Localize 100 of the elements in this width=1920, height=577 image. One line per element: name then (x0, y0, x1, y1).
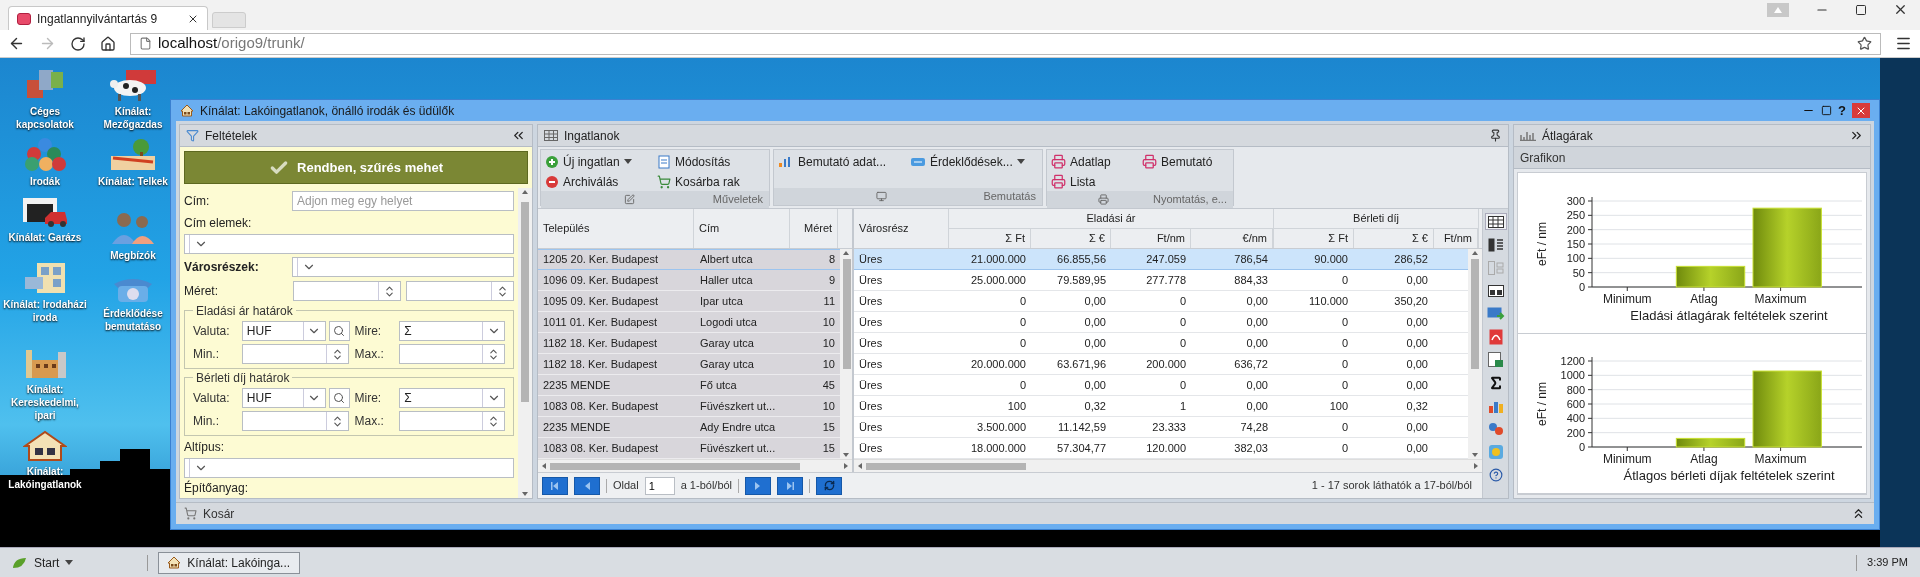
table-cell-text: 9 (827, 272, 836, 288)
section-title: Grafikon (1520, 149, 1566, 167)
toolbar-button[interactable]: Adatlap (1051, 152, 1138, 171)
target-dropdown[interactable]: Σ (399, 388, 505, 408)
table-cell-text: Ipar utca (699, 293, 744, 309)
column-header[interactable]: Városrész (854, 209, 949, 248)
table-cell-text: Fő utca (699, 377, 738, 393)
column-header[interactable]: Σ Ft (949, 228, 1031, 248)
browser-tab[interactable]: Ingatlannyilvántartás 9 (8, 6, 208, 30)
field-label: Mire: (353, 390, 383, 407)
desktop-icon-label[interactable]: Céges kapcsolatok (0, 105, 90, 131)
category-label: Maximum (1754, 291, 1807, 306)
column-group-header: Eladási ár (949, 209, 1273, 229)
column-header[interactable]: Σ € (1354, 228, 1434, 248)
page-input[interactable]: 1 (644, 476, 675, 495)
table-row[interactable]: 1083 08. Ker. Budapest Füvészkert ut... 10 (538, 396, 840, 417)
table-row[interactable]: 2235 MENDE Ady Endre utca 15 (538, 417, 840, 438)
table-cell-text: 0 (1340, 356, 1349, 372)
table-cell-text: 0 (1340, 419, 1349, 435)
table-cell-text: 1182 18. Ker. Budapest (542, 356, 659, 372)
table-cell-text: Üres (858, 314, 884, 330)
table-cell-text: 25.000.000 (969, 272, 1027, 288)
table-cell-text: Füvészkert ut... (699, 398, 777, 414)
currency-dropdown[interactable]: HUF (241, 388, 326, 408)
column-header[interactable]: Cím (693, 209, 791, 248)
table-cell-text: 0,00 (1083, 314, 1107, 330)
table-row[interactable]: Üres 21.000.000 66.855,56 247.059 786,54 90.000 286,52 (854, 249, 1468, 270)
table-cell-text: 90.000 (1313, 251, 1349, 267)
apply-filter-button[interactable]: Rendben, szűrés mehet (184, 151, 528, 184)
table-row[interactable]: 1096 09. Ker. Budapest Haller utca 9 (538, 270, 840, 291)
table-row[interactable]: 1205 20. Ker. Budapest Albert utca 8 (538, 249, 840, 270)
toolbar-button[interactable]: Kosárba rak (657, 172, 765, 191)
table-row[interactable]: 1182 18. Ker. Budapest Garay utca 10 (538, 354, 840, 375)
table-cell-text: 1205 20. Ker. Budapest (542, 252, 659, 268)
desktop-icon-label[interactable]: Kínálat: Mezőgazdas (98, 105, 168, 131)
toolbar-button[interactable]: Bemutató adat... (778, 152, 906, 171)
table-cell-text: 277.778 (1145, 272, 1187, 288)
table-row[interactable]: 1011 01. Ker. Budapest Logodi utca 10 (538, 312, 840, 333)
page-label: Oldal (613, 478, 639, 494)
help-button[interactable]: ? (1838, 104, 1846, 117)
address-input[interactable]: Adjon meg egy helyet (292, 191, 514, 211)
column-header[interactable]: Σ € (1031, 228, 1111, 248)
table-cell-text: 1095 09. Ker. Budapest (542, 293, 659, 309)
table-cell-text: Füvészkert ut... (699, 440, 777, 456)
table-cell-text: 45 (821, 377, 836, 393)
table-cell-text: 0,32 (1405, 398, 1429, 414)
toolbar-button[interactable]: Archiválás (545, 172, 653, 191)
toolbar-button[interactable]: Lista (1051, 172, 1138, 191)
table-row[interactable]: 1182 18. Ker. Budapest Garay utca 10 (538, 333, 840, 354)
table-row[interactable]: 2235 MENDE Fő utca 45 (538, 375, 840, 396)
column-header[interactable]: Ft/nm (1111, 228, 1191, 248)
currency-dropdown[interactable]: HUF (241, 321, 326, 341)
column-header[interactable]: Ft/nm (1434, 228, 1478, 248)
table-cell-text: 0,00 (1405, 335, 1429, 351)
target-dropdown[interactable]: Σ (399, 321, 505, 341)
table-cell-text: Ady Endre utca (699, 419, 777, 435)
axis-tick-label: 300 (1566, 194, 1585, 207)
row-count-summary: 1 - 17 sorok láthatók a 17-ból/ból (1311, 478, 1473, 494)
table-cell-text: 1182 18. Ker. Budapest (542, 335, 659, 351)
field-label: Városrészek: (184, 259, 259, 276)
table-row[interactable]: 1095 09. Ker. Budapest Ipar utca 11 (538, 291, 840, 312)
table-cell-text: Üres (858, 272, 884, 288)
axis-tick-label: 0 (1578, 280, 1585, 293)
desktop-icon-label[interactable]: Kínálat: Lakóingatlanok (0, 465, 90, 491)
table-cell-text: Üres (858, 419, 884, 435)
table-cell-text: Üres (858, 356, 884, 372)
toolbar-button[interactable]: Új ingatlan (545, 152, 653, 171)
table-cell-text: Garay utca (699, 335, 755, 351)
table-cell-text: 63.671,96 (1056, 356, 1107, 372)
axis-tick-label: 150 (1566, 237, 1585, 250)
address-bar[interactable]: localhost/origo9/trunk/ (130, 32, 1881, 55)
table-cell-text: 10 (821, 314, 836, 330)
column-header[interactable]: Σ Ft (1274, 228, 1354, 248)
field-label: Méret: (184, 283, 218, 300)
toolbar-button[interactable]: Bemutató (1142, 152, 1229, 171)
table-cell-text: 0,00 (1245, 293, 1269, 309)
category-label: Minimum (1602, 452, 1652, 467)
column-header[interactable]: €/nm (1191, 228, 1273, 248)
toolbar-button[interactable]: Módosítás (657, 152, 765, 171)
table-cell-text: 0 (1340, 440, 1349, 456)
field-label: Építőanyag: (184, 479, 249, 497)
table-cell-text: 66.855,56 (1056, 251, 1107, 267)
start-button[interactable]: Start (8, 551, 78, 574)
taskbar-window-button[interactable]: Kínálat: Lakóinga... (158, 551, 301, 574)
table-row[interactable]: 1083 08. Ker. Budapest Füvészkert ut... 15 (538, 438, 840, 459)
table-cell-text: 382,03 (1233, 440, 1269, 456)
axis-title: eFt / nm (1535, 382, 1549, 427)
column-header[interactable]: Település (538, 209, 694, 248)
field-label: Max.: (353, 413, 385, 430)
panel-title: Átlagárak (1542, 127, 1594, 145)
clock: 3:39 PM (1867, 555, 1909, 571)
table-cell-text: 636,72 (1233, 356, 1269, 372)
column-header[interactable]: Méret (790, 209, 839, 248)
toolbar-button[interactable]: Érdeklődések... (910, 152, 1038, 171)
table-cell-text: 57.304,77 (1056, 440, 1107, 456)
table-cell-text: 286,52 (1393, 251, 1429, 267)
field-label: Valuta: (193, 323, 231, 340)
table-cell-text: Üres (858, 335, 884, 351)
table-cell-text: 15 (821, 440, 836, 456)
table-cell-text: 0 (1340, 272, 1349, 288)
